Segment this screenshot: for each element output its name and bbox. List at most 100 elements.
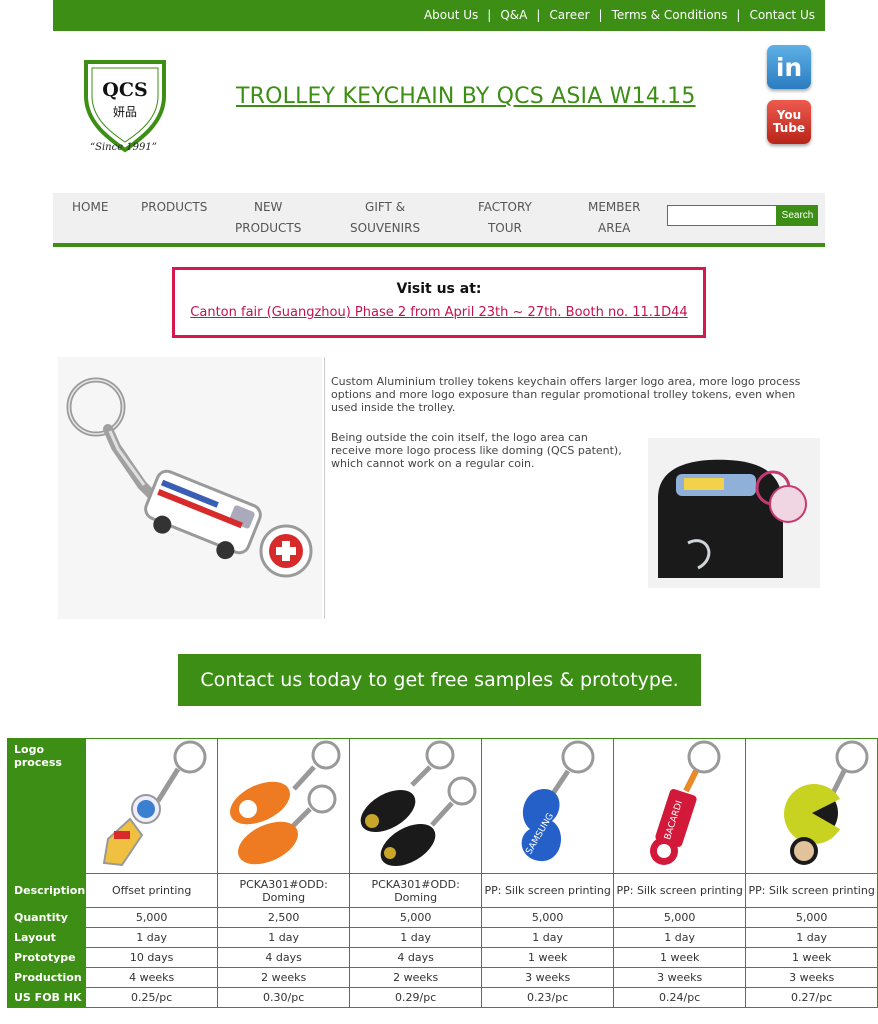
youtube-label: You Tube bbox=[772, 108, 806, 135]
table-row: Quantity 5,000 2,500 5,000 5,000 5,000 5… bbox=[6, 907, 878, 928]
table-cell: 0.27/pc bbox=[745, 987, 878, 1008]
product-image bbox=[85, 738, 219, 874]
table-row: Description Offset printing PCKA301#ODD:… bbox=[6, 873, 878, 908]
row-header-logo-process: Logo process bbox=[6, 738, 87, 874]
spec-table: Logo process SAMSUNG BACARDI Description… bbox=[6, 738, 878, 1008]
about-us-link[interactable]: About Us bbox=[424, 8, 478, 22]
main-nav: HOME PRODUCTS NEW PRODUCTS GIFT & SOUVENIR… bbox=[53, 193, 825, 247]
table-cell: 4 days bbox=[349, 947, 483, 968]
orange-doming-keychain-image bbox=[230, 740, 341, 865]
nav-gift-souvenirs[interactable]: GIFT & SOUVENIRS bbox=[350, 197, 420, 239]
table-cell: 1 week bbox=[613, 947, 747, 968]
table-cell: 1 week bbox=[745, 947, 878, 968]
search-input[interactable] bbox=[667, 205, 777, 226]
table-row: Layout 1 day 1 day 1 day 1 day 1 day 1 d… bbox=[6, 927, 878, 948]
visit-us-banner: Visit us at: Canton fair (Guangzhou) Pha… bbox=[172, 267, 706, 338]
table-cell: 1 day bbox=[481, 927, 615, 948]
row-header-prototype: Prototype bbox=[6, 947, 87, 968]
table-cell: PCKA301#ODD: Doming bbox=[349, 873, 483, 908]
blue-samsung-keychain-image: SAMSUNG bbox=[521, 740, 595, 862]
table-cell: 1 week bbox=[481, 947, 615, 968]
linkedin-icon[interactable]: in bbox=[767, 45, 811, 89]
row-header-fob: US FOB HK bbox=[6, 987, 87, 1008]
table-cell: 5,000 bbox=[745, 907, 878, 928]
nav-home[interactable]: HOME bbox=[72, 197, 108, 218]
description-paragraph-2: Being outside the coin itself, the logo … bbox=[331, 431, 622, 470]
table-cell: 1 day bbox=[613, 927, 747, 948]
table-cell: 3 weeks bbox=[481, 967, 615, 988]
table-cell: 1 day bbox=[217, 927, 351, 948]
linkedin-label: in bbox=[775, 52, 803, 82]
table-cell: 3 weeks bbox=[745, 967, 878, 988]
top-bar: About Us | Q&A | Career | Terms & Condit… bbox=[53, 0, 825, 31]
table-cell: 1 day bbox=[349, 927, 483, 948]
table-cell: 0.25/pc bbox=[85, 987, 219, 1008]
nav-factory-tour[interactable]: FACTORY TOUR bbox=[478, 197, 532, 239]
separator: | bbox=[598, 8, 603, 22]
row-header-description: Description bbox=[6, 873, 87, 908]
table-cell: 5,000 bbox=[85, 907, 219, 928]
qa-link[interactable]: Q&A bbox=[500, 8, 527, 22]
logo-chinese: 妍品 bbox=[113, 105, 137, 119]
table-row: Logo process SAMSUNG BACARDI bbox=[6, 738, 878, 874]
separator: | bbox=[736, 8, 741, 22]
terms-link[interactable]: Terms & Conditions bbox=[612, 8, 728, 22]
nav-member-area[interactable]: MEMBER AREA bbox=[588, 197, 640, 239]
separator: | bbox=[487, 8, 492, 22]
offset-printing-keychain-image bbox=[102, 740, 207, 867]
nav-new-products[interactable]: NEW PRODUCTS bbox=[235, 197, 301, 239]
table-cell: 1 day bbox=[85, 927, 219, 948]
table-cell: 4 days bbox=[217, 947, 351, 968]
nav-products[interactable]: PRODUCTS bbox=[141, 197, 207, 218]
row-header-layout: Layout bbox=[6, 927, 87, 948]
table-cell: Offset printing bbox=[85, 873, 219, 908]
pacman-keychain-image bbox=[784, 740, 869, 865]
table-cell: 2,500 bbox=[217, 907, 351, 928]
table-cell: 4 weeks bbox=[85, 967, 219, 988]
separator: | bbox=[536, 8, 541, 22]
table-cell: 3 weeks bbox=[613, 967, 747, 988]
logo-since-text: “Since 1991” bbox=[90, 142, 157, 153]
table-cell: 0.24/pc bbox=[613, 987, 747, 1008]
logo-letters: QCS bbox=[102, 79, 147, 101]
product-image bbox=[217, 738, 351, 874]
search-button[interactable]: Search bbox=[777, 205, 818, 226]
qcs-logo[interactable]: QCS 妍品 bbox=[80, 56, 170, 156]
visit-title: Visit us at: bbox=[396, 281, 482, 297]
red-bacardi-keychain-image: BACARDI bbox=[650, 740, 721, 865]
product-image bbox=[745, 738, 878, 874]
table-cell: 5,000 bbox=[613, 907, 747, 928]
top-links: About Us | Q&A | Career | Terms & Condit… bbox=[424, 8, 815, 22]
table-cell: PP: Silk screen printing bbox=[613, 873, 747, 908]
black-doming-keychain-image bbox=[360, 740, 477, 867]
trolley-lock-photo bbox=[648, 438, 820, 588]
product-image: BACARDI bbox=[613, 738, 747, 874]
canton-fair-link[interactable]: Canton fair (Guangzhou) Phase 2 from Apr… bbox=[175, 305, 703, 320]
table-cell: 5,000 bbox=[349, 907, 483, 928]
table-cell: 1 day bbox=[745, 927, 878, 948]
page-title[interactable]: TROLLEY KEYCHAIN BY QCS ASIA W14.15 bbox=[236, 84, 696, 109]
vertical-divider bbox=[324, 357, 325, 619]
table-cell: PP: Silk screen printing bbox=[745, 873, 878, 908]
table-cell: 10 days bbox=[85, 947, 219, 968]
contact-cta-button[interactable]: Contact us today to get free samples & p… bbox=[178, 654, 701, 706]
description-paragraph-1: Custom Aluminium trolley tokens keychain… bbox=[331, 375, 801, 414]
product-image bbox=[349, 738, 483, 874]
row-header-quantity: Quantity bbox=[6, 907, 87, 928]
table-row: Prototype 10 days 4 days 4 days 1 week 1… bbox=[6, 947, 878, 968]
product-image: SAMSUNG bbox=[481, 738, 615, 874]
table-cell: PCKA301#ODD: Doming bbox=[217, 873, 351, 908]
table-row: US FOB HK 0.25/pc 0.30/pc 0.29/pc 0.23/p… bbox=[6, 987, 878, 1008]
table-cell: 0.30/pc bbox=[217, 987, 351, 1008]
row-header-production: Production bbox=[6, 967, 87, 988]
table-cell: 2 weeks bbox=[349, 967, 483, 988]
youtube-icon[interactable]: You Tube bbox=[767, 100, 811, 144]
table-cell: PP: Silk screen printing bbox=[481, 873, 615, 908]
table-cell: 2 weeks bbox=[217, 967, 351, 988]
contact-us-link[interactable]: Contact Us bbox=[749, 8, 815, 22]
trolley-keychain-photo bbox=[58, 357, 322, 619]
table-row: Production 4 weeks 2 weeks 2 weeks 3 wee… bbox=[6, 967, 878, 988]
career-link[interactable]: Career bbox=[549, 8, 589, 22]
table-cell: 0.29/pc bbox=[349, 987, 483, 1008]
table-cell: 0.23/pc bbox=[481, 987, 615, 1008]
